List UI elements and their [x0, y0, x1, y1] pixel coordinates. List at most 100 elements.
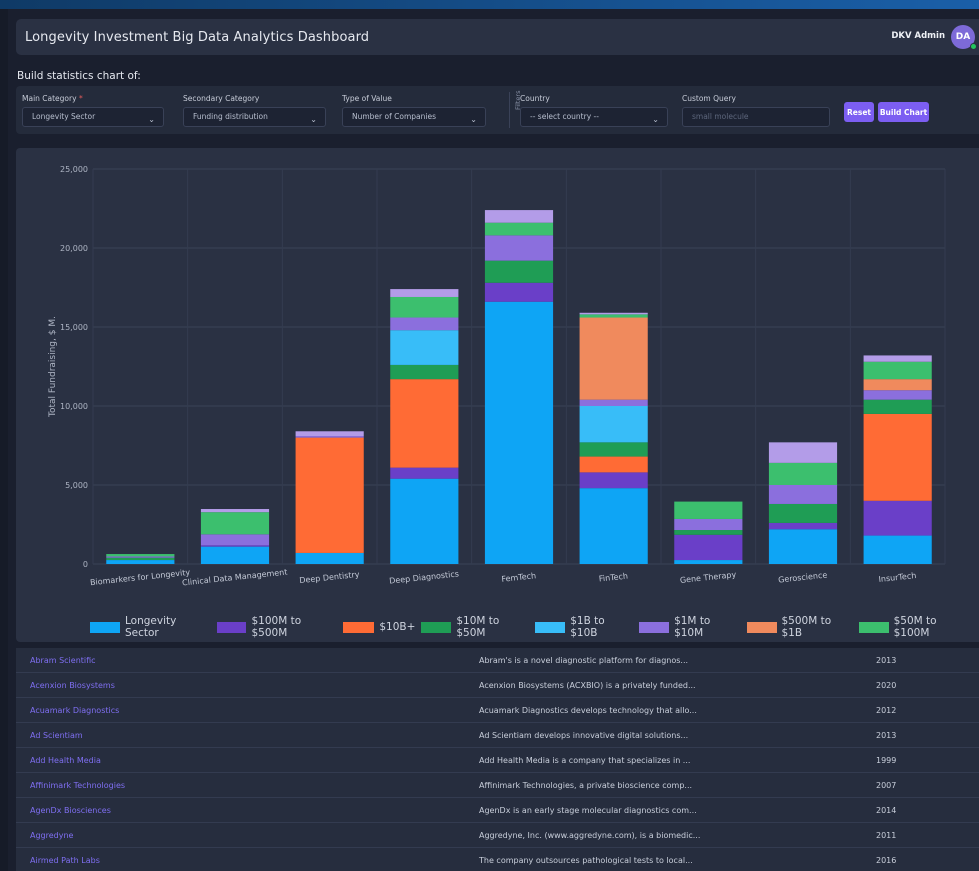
bar-segment	[390, 478, 459, 564]
companies-table: Abram Scientific Abram's is a novel diagn…	[16, 648, 979, 871]
x-tick-label: Clinical Data Management	[182, 568, 288, 588]
legend-item[interactable]: $10B+	[343, 621, 415, 633]
legend-swatch	[535, 621, 566, 633]
company-name-link[interactable]: Airmed Path Labs	[30, 856, 100, 865]
company-year: 2020	[876, 681, 897, 690]
bar-segment	[768, 442, 838, 463]
bar-segment	[579, 314, 648, 318]
bar-segment	[390, 379, 459, 468]
bar-segment	[390, 467, 459, 479]
company-name-link[interactable]: Acuamark Diagnostics	[30, 706, 119, 715]
bar-segment	[863, 413, 932, 501]
company-name-link[interactable]: Abram Scientific	[30, 656, 96, 665]
bar-segment	[863, 390, 932, 400]
table-row[interactable]: Acenxion Biosystems Acenxion Biosystems (…	[16, 673, 979, 698]
y-tick-label: 25,000	[60, 165, 88, 174]
table-row[interactable]: AgenDx Biosciences AgenDx is an early sta…	[16, 798, 979, 823]
company-description: Affinimark Technologies, a private biosc…	[479, 781, 693, 790]
x-tick-label: Gene Therapy	[679, 570, 736, 585]
table-row[interactable]: Aggredyne Aggredyne, Inc. (www.aggredyne.…	[16, 823, 979, 848]
company-name-link[interactable]: Acenxion Biosystems	[30, 681, 115, 690]
bar-segment	[579, 488, 648, 564]
x-tick-label: Deep Dentistry	[299, 570, 360, 585]
legend-item[interactable]: $10M to $50M	[421, 615, 529, 639]
bar-segment	[768, 462, 838, 485]
bar-segment	[295, 552, 364, 564]
bar-segment	[579, 317, 648, 400]
y-tick-label: 15,000	[60, 323, 88, 332]
bar-segment	[674, 530, 743, 535]
company-description: Aggredyne, Inc. (www.aggredyne.com), is …	[479, 831, 701, 840]
table-row[interactable]: Ad Scientiam Ad Scientiam develops innova…	[16, 723, 979, 748]
bar-segment	[484, 235, 554, 261]
company-description: Acuamark Diagnostics develops technology…	[479, 706, 697, 715]
bar-segment	[768, 485, 838, 504]
table-row[interactable]: Add Health Media Add Health Media is a co…	[16, 748, 979, 773]
legend-item[interactable]: $100M to $500M	[216, 615, 338, 639]
company-name-link[interactable]: AgenDx Biosciences	[30, 806, 111, 815]
company-name-link[interactable]: Add Health Media	[30, 756, 101, 765]
legend-swatch	[90, 621, 120, 633]
company-description: The company outsources pathological test…	[479, 856, 693, 865]
bar-segment	[484, 282, 554, 302]
bar-segment	[579, 312, 648, 315]
legend-label: $1B to $10B	[570, 615, 605, 639]
y-tick-label: 0	[83, 560, 88, 569]
bar-segment	[768, 503, 838, 523]
bar-segment	[390, 296, 459, 318]
legend-item[interactable]: Longevity Sector	[90, 615, 211, 639]
company-name-link[interactable]: Affinimark Technologies	[30, 781, 125, 790]
y-tick-label: 20,000	[60, 244, 88, 253]
bar-segment	[674, 560, 743, 564]
bar-segment	[579, 472, 648, 489]
legend-item[interactable]: $1B to $10B	[535, 615, 633, 639]
table-row[interactable]: Affinimark Technologies Affinimark Techno…	[16, 773, 979, 798]
company-description: Add Health Media is a company that speci…	[479, 756, 691, 765]
company-year: 2012	[876, 706, 897, 715]
y-axis-label: Total Fundraising, $ M.	[48, 316, 58, 418]
bar-segment	[579, 406, 648, 443]
stacked-bar-chart: 0 5,000 10,000 15,000 20,000 25,000 Total Fund…	[48, 165, 946, 588]
table-row[interactable]: Abram Scientific Abram's is a novel diagn…	[16, 648, 979, 673]
x-tick-label: FinTech	[598, 572, 628, 584]
company-description: Acenxion Biosystems (ACXBIO) is a privat…	[479, 681, 696, 690]
bar-segment	[295, 437, 364, 553]
legend-item[interactable]: $500M to $1B	[746, 615, 853, 639]
company-year: 2014	[876, 806, 897, 815]
y-tick-label: 10,000	[60, 402, 88, 411]
legend-label: $50M to $100M	[893, 615, 937, 639]
x-tick-label: InsurTech	[878, 571, 917, 584]
bar-segment	[200, 546, 270, 564]
bar-segment	[863, 399, 932, 414]
bar-segment	[674, 518, 743, 531]
legend-swatch	[858, 621, 889, 633]
y-tick-label: 5,000	[65, 481, 88, 490]
legend-label: Longevity Sector	[124, 615, 177, 639]
bar-segment	[863, 355, 932, 362]
bar-segment	[390, 330, 459, 365]
bar-segment	[484, 260, 554, 283]
bar-segment	[768, 529, 838, 564]
x-tick-label: Geroscience	[778, 570, 828, 584]
bar-segment	[390, 364, 459, 380]
legend-swatch	[343, 621, 375, 633]
bar-segment	[295, 431, 364, 437]
company-year: 2007	[876, 781, 897, 790]
bar-segment	[106, 557, 175, 561]
table-row[interactable]: Acuamark Diagnostics Acuamark Diagnostics…	[16, 698, 979, 723]
bar-segment	[863, 379, 932, 391]
bar-segment	[106, 554, 175, 557]
company-name-link[interactable]: Ad Scientiam	[30, 731, 83, 740]
legend-label: $10B+	[379, 621, 416, 633]
bar-segment	[768, 522, 838, 530]
bar-segment	[863, 361, 932, 380]
legend-item[interactable]: $50M to $100M	[858, 615, 973, 639]
bar-segment	[484, 210, 554, 223]
x-tick-label: Biomarkers for Longevity	[90, 568, 191, 587]
company-name-link[interactable]: Aggredyne	[30, 831, 73, 840]
bar-segment	[674, 501, 743, 519]
bar-segment	[579, 442, 648, 457]
table-row[interactable]: Airmed Path Labs The company outsources p…	[16, 848, 979, 871]
legend-item[interactable]: $1M to $10M	[639, 615, 740, 639]
company-description: Ad Scientiam develops innovative digital…	[479, 731, 689, 740]
